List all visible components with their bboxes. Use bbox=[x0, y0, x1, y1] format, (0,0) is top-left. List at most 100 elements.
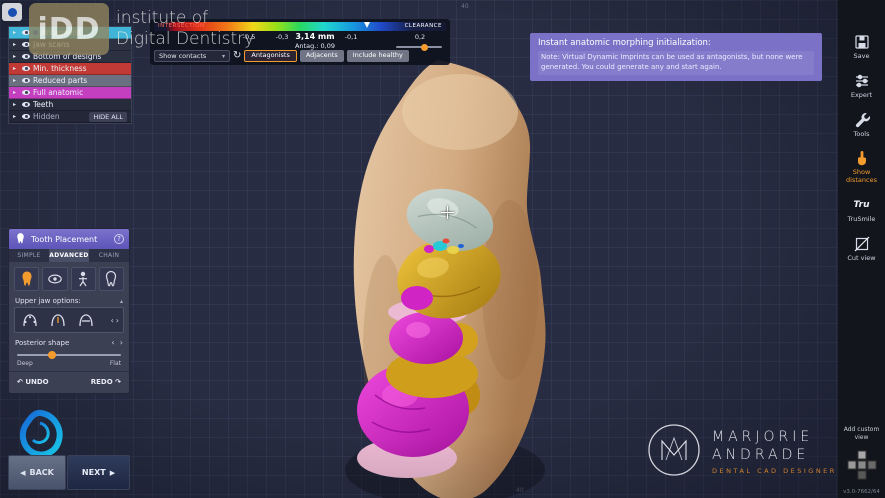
notification-body: Note: Virtual Dynamic Imprints can be us… bbox=[538, 51, 814, 75]
anatomy-tool-button[interactable] bbox=[99, 267, 124, 291]
next-arrow-icon: ▶ bbox=[110, 469, 115, 477]
jaw-option-button-1[interactable] bbox=[17, 310, 43, 330]
posterior-shape-slider[interactable] bbox=[17, 351, 121, 359]
legend-label: Reduced parts bbox=[33, 76, 87, 85]
toolbar-item-label: TruSmile bbox=[847, 216, 877, 224]
next-option-icon[interactable]: › bbox=[116, 316, 119, 325]
visibility-eye-icon[interactable] bbox=[22, 78, 30, 83]
expand-icon[interactable]: ▸ bbox=[13, 77, 19, 84]
redo-button[interactable]: REDO ↷ bbox=[91, 378, 121, 386]
undo-button[interactable]: ↶ UNDO bbox=[17, 378, 49, 386]
jaw-option-button-3[interactable] bbox=[73, 310, 99, 330]
prev-option-icon[interactable]: ‹ bbox=[111, 316, 114, 325]
tab-advanced[interactable]: ADVANCED bbox=[49, 249, 89, 262]
dental-model[interactable] bbox=[300, 50, 590, 498]
visibility-eye-icon[interactable] bbox=[22, 102, 30, 107]
save-button[interactable]: Save bbox=[838, 28, 885, 67]
visibility-tool-button[interactable] bbox=[42, 267, 67, 291]
back-label: BACK bbox=[30, 468, 54, 477]
visibility-eye-icon[interactable] bbox=[22, 114, 30, 119]
hand-touch-icon bbox=[853, 149, 871, 167]
legend-row-teeth[interactable]: ▸ Teeth bbox=[9, 99, 131, 111]
redo-icon: ↷ bbox=[115, 378, 121, 386]
add-custom-view-button[interactable]: Add custom view bbox=[841, 426, 883, 442]
articulation-tool-button[interactable] bbox=[71, 267, 96, 291]
visibility-eye-icon[interactable] bbox=[22, 66, 30, 71]
range-slider[interactable] bbox=[396, 46, 442, 48]
wrench-icon bbox=[853, 111, 871, 129]
expand-icon[interactable]: ▸ bbox=[13, 65, 19, 72]
visibility-eye-icon[interactable] bbox=[22, 90, 30, 95]
help-button[interactable]: ? bbox=[114, 234, 124, 244]
next-button[interactable]: NEXT ▶ bbox=[67, 455, 130, 490]
slider-knob[interactable] bbox=[48, 351, 56, 359]
distance-value: 3,14 mm bbox=[295, 32, 334, 41]
toolbar-item-label: Cut view bbox=[846, 255, 876, 263]
legend-row-min-thickness[interactable]: ▸ Min. thickness bbox=[9, 63, 131, 75]
tooth-placement-panel: Tooth Placement ? SIMPLE ADVANCED CHAIN … bbox=[8, 228, 130, 394]
upper-jaw-options-label: Upper jaw options: bbox=[15, 297, 81, 305]
back-button[interactable]: ◀ BACK bbox=[8, 455, 66, 490]
scale-tick: 0,2 bbox=[415, 33, 425, 41]
corner-badge-icon bbox=[2, 3, 22, 21]
legend-row-full-anatomic[interactable]: ▸ Full anatomic bbox=[9, 87, 131, 99]
legend-label: Hidden bbox=[33, 112, 60, 121]
brand-subtitle: DENTAL CAD DESIGNER bbox=[712, 467, 837, 475]
clearance-label: CLEARANCE bbox=[405, 22, 442, 31]
slider-track[interactable] bbox=[17, 354, 121, 356]
legend-label: Min. thickness bbox=[33, 64, 87, 73]
notification-title: Instant anatomic morphing initialization… bbox=[538, 38, 814, 48]
expand-icon[interactable]: ▸ bbox=[13, 113, 19, 120]
cut-view-icon bbox=[853, 235, 871, 253]
adjacents-button[interactable]: Adjacents bbox=[300, 50, 344, 62]
hide-all-button[interactable]: HIDE ALL bbox=[89, 112, 127, 122]
brand-name-line1: MARJORIE bbox=[712, 429, 837, 447]
cut-view-button[interactable]: Cut view bbox=[838, 230, 885, 269]
show-distances-button[interactable]: Show distances bbox=[838, 144, 885, 191]
tab-chain[interactable]: CHAIN bbox=[89, 249, 129, 262]
save-icon bbox=[853, 33, 871, 51]
include-healthy-button[interactable]: Include healthy bbox=[347, 50, 409, 62]
expand-icon[interactable]: ▸ bbox=[13, 101, 19, 108]
idd-logo-text: iDD bbox=[37, 12, 100, 47]
tab-simple[interactable]: SIMPLE bbox=[9, 249, 49, 262]
trusmile-button[interactable]: Tru TruSmile bbox=[838, 191, 885, 230]
legend-row-reduced-parts[interactable]: ▸ Reduced parts bbox=[9, 75, 131, 87]
expand-icon[interactable]: ▸ bbox=[13, 89, 19, 96]
brand-name-line2: ANDRADE bbox=[712, 447, 837, 465]
designer-branding: MARJORIE ANDRADE DENTAL CAD DESIGNER bbox=[646, 422, 837, 482]
placement-tool-row bbox=[9, 262, 129, 295]
gradient-marker-icon[interactable] bbox=[364, 22, 370, 28]
slider-knob[interactable] bbox=[421, 44, 428, 51]
expert-icon bbox=[853, 72, 871, 90]
panel-title: Tooth Placement bbox=[31, 235, 110, 244]
antagonist-distance-value: Antag.: 0,09 bbox=[295, 42, 335, 50]
next-shape-icon[interactable]: › bbox=[120, 338, 123, 347]
idd-watermark: iDD institute of Digital Dentistry bbox=[2, 3, 254, 55]
ma-monogram-icon bbox=[646, 422, 702, 482]
toolbar-item-label: Save bbox=[853, 53, 871, 61]
morphing-notification: Instant anatomic morphing initialization… bbox=[530, 33, 822, 81]
jaw-option-button-2[interactable] bbox=[45, 310, 71, 330]
legend-row-hidden[interactable]: ▸ Hidden HIDE ALL bbox=[9, 111, 131, 123]
scale-tick: -0,1 bbox=[345, 33, 358, 41]
idd-logo: iDD bbox=[29, 3, 109, 55]
legend-label: Teeth bbox=[33, 100, 53, 109]
idd-text-line1: institute of bbox=[116, 8, 254, 29]
trusmile-icon: Tru bbox=[854, 200, 870, 210]
next-label: NEXT bbox=[82, 468, 106, 477]
chevron-up-icon[interactable]: ▴ bbox=[120, 298, 123, 305]
prev-shape-icon[interactable]: ‹ bbox=[111, 338, 114, 347]
expert-button[interactable]: Expert bbox=[838, 67, 885, 106]
slider-max-label: Flat bbox=[110, 360, 121, 367]
panel-header[interactable]: Tooth Placement ? bbox=[9, 229, 129, 249]
move-tooth-tool-button[interactable] bbox=[14, 267, 39, 291]
back-arrow-icon: ◀ bbox=[20, 469, 25, 477]
idd-text-line2: Digital Dentistry bbox=[116, 29, 254, 50]
toolbar-item-label: Expert bbox=[850, 92, 873, 100]
orientation-axes-widget[interactable] bbox=[845, 448, 879, 486]
slider-min-label: Deep bbox=[17, 360, 33, 367]
tools-button[interactable]: Tools bbox=[838, 106, 885, 145]
right-toolbar: Save Expert Tools Show distances Tru Tru… bbox=[838, 0, 885, 498]
posterior-shape-label: Posterior shape bbox=[15, 339, 69, 347]
